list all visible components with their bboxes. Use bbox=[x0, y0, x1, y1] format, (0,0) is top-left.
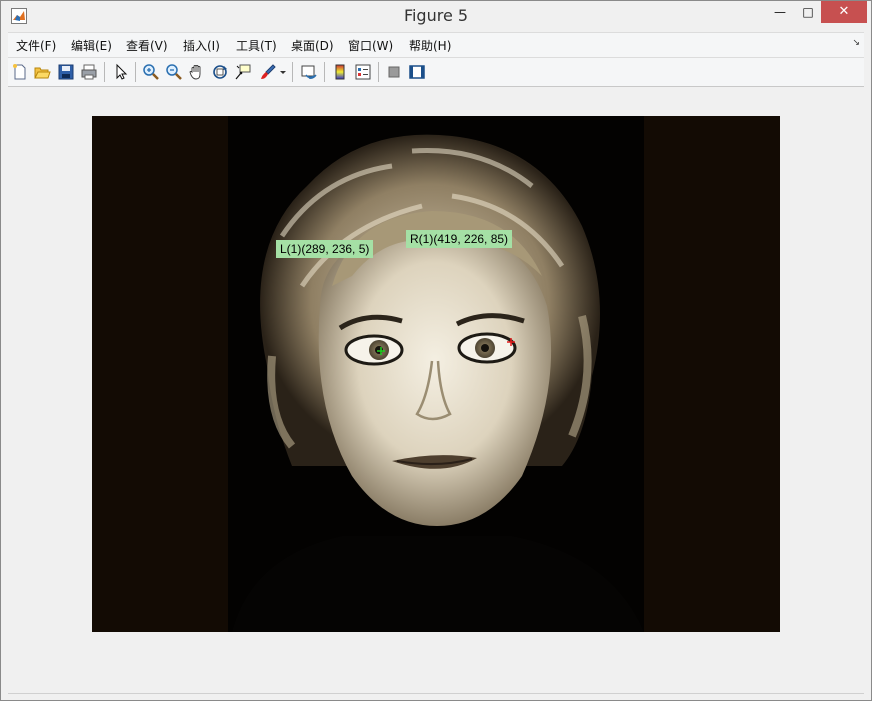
menu-tools[interactable]: 工具(T) bbox=[236, 37, 277, 54]
menu-bar: 文件(F) 编辑(E) 查看(V) 插入(I) 工具(T) 桌面(D) 窗口(W… bbox=[8, 32, 864, 57]
menu-window[interactable]: 窗口(W) bbox=[348, 37, 393, 54]
portrait-image bbox=[92, 116, 780, 632]
image-axes[interactable]: L(1)(289, 236, 5) R(1)(419, 226, 85) bbox=[92, 116, 780, 632]
menu-view[interactable]: 查看(V) bbox=[126, 37, 168, 54]
datatip-right[interactable]: R(1)(419, 226, 85) bbox=[406, 230, 513, 248]
save-icon[interactable] bbox=[57, 63, 75, 81]
edit-plot-pointer-icon[interactable] bbox=[112, 63, 130, 81]
title-bar[interactable]: Figure 5 — □ ✕ bbox=[1, 1, 871, 31]
figure-toolbar bbox=[8, 57, 864, 87]
toolbar-separator bbox=[324, 62, 325, 82]
menu-file[interactable]: 文件(F) bbox=[16, 37, 56, 54]
print-icon[interactable] bbox=[80, 63, 98, 81]
zoom-out-icon[interactable] bbox=[165, 63, 183, 81]
toolbar-separator bbox=[104, 62, 105, 82]
toolbar-separator bbox=[292, 62, 293, 82]
maximize-button[interactable]: □ bbox=[793, 1, 823, 23]
window-title: Figure 5 bbox=[403, 6, 469, 25]
brush-icon[interactable] bbox=[259, 63, 277, 81]
brush-dropdown-icon[interactable] bbox=[279, 63, 287, 81]
datatip-left[interactable]: L(1)(289, 236, 5) bbox=[276, 240, 374, 258]
open-file-icon[interactable] bbox=[33, 63, 51, 81]
colorbar-icon[interactable] bbox=[331, 63, 349, 81]
menu-edit[interactable]: 编辑(E) bbox=[71, 37, 112, 54]
dock-arrow-icon[interactable]: ↘ bbox=[852, 38, 860, 48]
menu-help[interactable]: 帮助(H) bbox=[409, 37, 451, 54]
minimize-button[interactable]: — bbox=[765, 1, 795, 23]
pan-hand-icon[interactable] bbox=[188, 63, 206, 81]
toolbar-separator bbox=[135, 62, 136, 82]
close-button[interactable]: ✕ bbox=[821, 1, 867, 23]
menu-insert[interactable]: 插入(I) bbox=[183, 37, 220, 54]
hide-plot-tools-icon[interactable] bbox=[385, 63, 403, 81]
toolbar-separator bbox=[378, 62, 379, 82]
menu-desktop[interactable]: 桌面(D) bbox=[291, 37, 334, 54]
rotate-3d-icon[interactable] bbox=[211, 63, 229, 81]
data-cursor-icon[interactable] bbox=[234, 63, 252, 81]
show-plot-tools-icon[interactable] bbox=[408, 63, 426, 81]
new-figure-icon[interactable] bbox=[11, 63, 29, 81]
zoom-in-icon[interactable] bbox=[142, 63, 160, 81]
legend-icon[interactable] bbox=[354, 63, 372, 81]
link-plot-icon[interactable] bbox=[300, 63, 318, 81]
